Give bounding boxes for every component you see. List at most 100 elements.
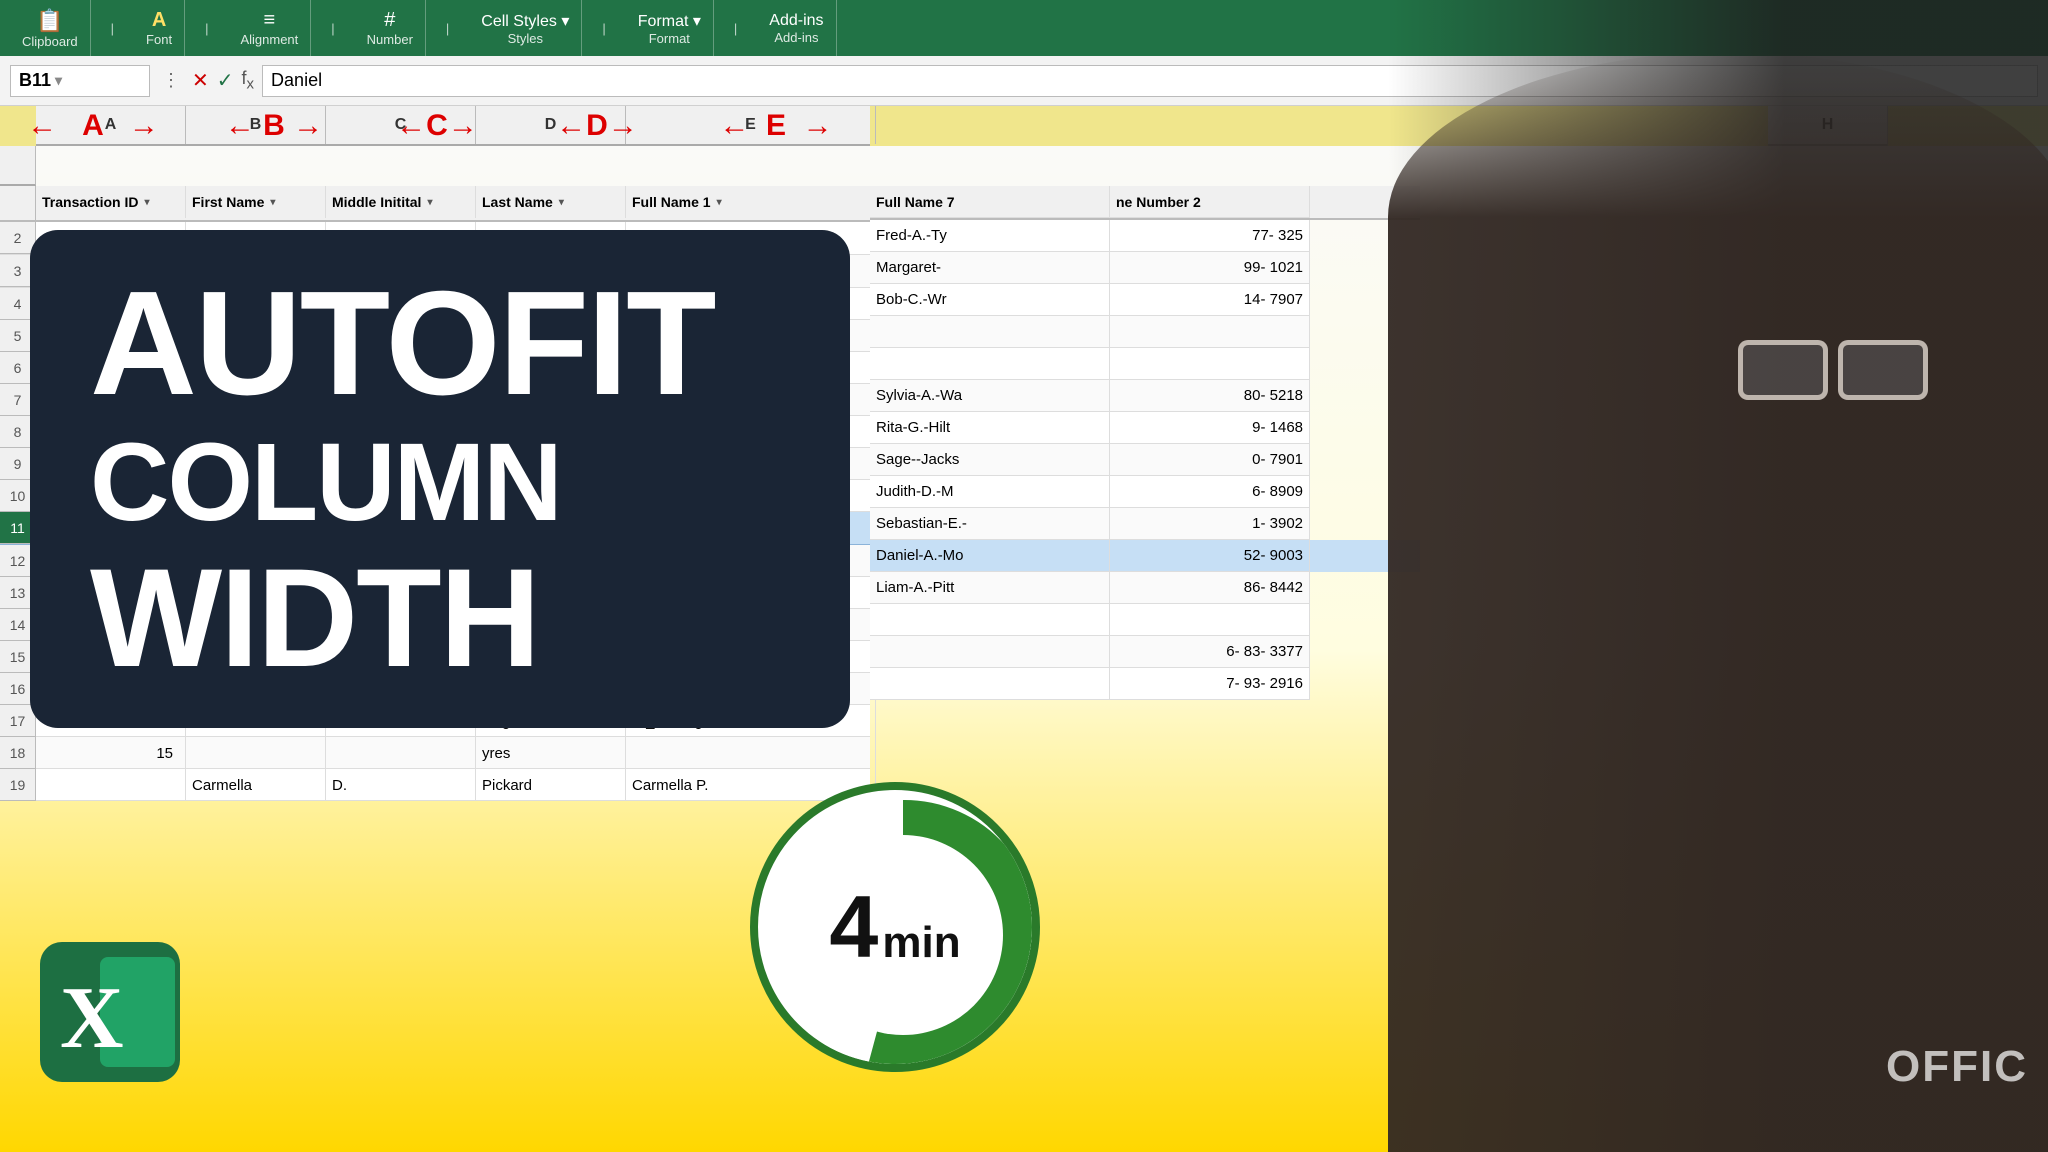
right-cell-r11c1[interactable]: Sebastian-E.- <box>870 508 1110 540</box>
ribbon-sep4: | <box>446 21 449 36</box>
header-dropdown-C[interactable]: ▾ <box>427 197 432 208</box>
right-cell-r4c1[interactable]: Bob-C.-Wr <box>870 284 1110 316</box>
header-transaction-id[interactable]: Transaction ID ▾ <box>36 186 186 218</box>
right-table-row: Judith-D.-M6- 8909 <box>870 476 1420 508</box>
right-cell-r5c1[interactable] <box>870 316 1110 348</box>
right-cell-r10c2[interactable]: 6- 8909 <box>1110 476 1310 508</box>
ribbon-clipboard-label: Clipboard <box>22 34 78 49</box>
cell-reference-box[interactable]: B11 ▾ <box>10 65 150 97</box>
cell-ref-dropdown[interactable]: ▾ <box>55 72 62 89</box>
cell-A18[interactable]: 15 <box>36 737 186 769</box>
right-table-row: 7- 93- 2916 <box>870 668 1420 700</box>
ribbon-sep5: | <box>602 21 605 36</box>
excel-logo-svg: X <box>30 932 190 1092</box>
cell-D18[interactable]: yres <box>476 737 626 769</box>
column-letters-row: A B C D E <box>36 106 870 146</box>
col-letter-B[interactable]: B <box>186 106 326 144</box>
right-cell-r14c2[interactable] <box>1110 604 1310 636</box>
brand-text: OFFIC <box>1886 1042 2028 1092</box>
right-table-row: Bob-C.-Wr14- 7907 <box>870 284 1420 316</box>
header-dropdown-A[interactable]: ▾ <box>144 197 149 208</box>
formula-separator: ⋮ <box>162 70 180 91</box>
cell-C19[interactable]: D. <box>326 769 476 801</box>
cell-reference-value: B11 <box>19 70 51 91</box>
header-dropdown-D[interactable]: ▾ <box>559 197 564 208</box>
ribbon-alignment[interactable]: ≡ Alignment <box>228 0 311 56</box>
confirm-icon[interactable]: ✓ <box>217 68 234 93</box>
right-table-row: Sylvia-A.-Wa80- 5218 <box>870 380 1420 412</box>
col-letter-E[interactable]: E <box>626 106 876 144</box>
right-cell-r9c1[interactable]: Sage--Jacks <box>870 444 1110 476</box>
cell-B18[interactable] <box>186 737 326 769</box>
row-num-17: 17 <box>0 705 36 737</box>
right-cell-r16c2[interactable]: 7- 93- 2916 <box>1110 668 1310 700</box>
right-cell-r10c1[interactable]: Judith-D.-M <box>870 476 1110 508</box>
timer-display: 4 min <box>829 883 960 971</box>
header-first-name-text: First Name <box>192 194 264 210</box>
corner-cell <box>0 146 36 186</box>
ribbon-sep3: | <box>331 21 334 36</box>
right-cell-r8c2[interactable]: 9- 1468 <box>1110 412 1310 444</box>
right-cell-r9c2[interactable]: 0- 7901 <box>1110 444 1310 476</box>
cell-E18[interactable] <box>626 737 876 769</box>
header-middle-initial-text: Middle Initital <box>332 194 421 210</box>
header-middle-initial[interactable]: Middle Initital ▾ <box>326 186 476 218</box>
right-cell-r8c1[interactable]: Rita-G.-Hilt <box>870 412 1110 444</box>
ribbon-format[interactable]: Format ▾ Format <box>626 0 714 56</box>
row-num-18: 18 <box>0 737 36 769</box>
right-cell-r11c2[interactable]: 1- 3902 <box>1110 508 1310 540</box>
right-table-row <box>870 348 1420 380</box>
ribbon-font-label: Font <box>146 32 172 47</box>
ribbon-sep2: | <box>205 21 208 36</box>
right-cell-r3c1[interactable]: Margaret- <box>870 252 1110 284</box>
ribbon-styles[interactable]: Cell Styles ▾ Styles <box>469 0 582 56</box>
header-dropdown-E[interactable]: ▾ <box>717 197 722 208</box>
col-letter-D[interactable]: D <box>476 106 626 144</box>
right-cell-r12c1[interactable]: Daniel-A.-Mo <box>870 540 1110 572</box>
right-cell-r3c2[interactable]: 99- 1021 <box>1110 252 1310 284</box>
cell-D19[interactable]: Pickard <box>476 769 626 801</box>
col-letter-C[interactable]: C <box>326 106 476 144</box>
right-cell-r15c2[interactable]: 6- 83- 3377 <box>1110 636 1310 668</box>
right-cell-r13c2[interactable]: 86- 8442 <box>1110 572 1310 604</box>
right-cell-r6c1[interactable] <box>870 348 1110 380</box>
header-full-name[interactable]: Full Name 1 ▾ <box>626 186 876 218</box>
cell-C18[interactable] <box>326 737 476 769</box>
right-cell-r7c2[interactable]: 80- 5218 <box>1110 380 1310 412</box>
right-cell-r15c1[interactable] <box>870 636 1110 668</box>
timer-number: 4 <box>829 883 878 971</box>
table-row: 19CarmellaD.PickardCarmella P. <box>0 769 870 801</box>
person-area: OFFIC <box>1388 0 2048 1152</box>
glasses-right <box>1838 340 1928 400</box>
right-cell-r7c1[interactable]: Sylvia-A.-Wa <box>870 380 1110 412</box>
right-header-fullname7[interactable]: Full Name 7 <box>870 186 1110 218</box>
right-cell-r2c1[interactable]: Fred-A.-Ty <box>870 220 1110 252</box>
ribbon-alignment-label: Alignment <box>240 32 298 47</box>
col-letter-A[interactable]: A <box>36 106 186 144</box>
table-row: 1815 yres <box>0 737 870 769</box>
header-first-name[interactable]: First Name ▾ <box>186 186 326 218</box>
right-cell-r4c2[interactable]: 14- 7907 <box>1110 284 1310 316</box>
right-cell-r2c2[interactable]: 77- 325 <box>1110 220 1310 252</box>
row-num-header <box>0 186 36 220</box>
ribbon-font[interactable]: A Font <box>134 0 185 56</box>
header-last-name[interactable]: Last Name ▾ <box>476 186 626 218</box>
right-cell-r16c1[interactable] <box>870 668 1110 700</box>
fx-icon[interactable]: fx <box>242 68 255 93</box>
right-header-number2[interactable]: ne Number 2 <box>1110 186 1310 218</box>
header-dropdown-B[interactable]: ▾ <box>270 197 275 208</box>
right-cell-r6c2[interactable] <box>1110 348 1310 380</box>
header-last-name-text: Last Name <box>482 194 553 210</box>
right-cell-r5c2[interactable] <box>1110 316 1310 348</box>
cancel-icon[interactable]: ✕ <box>192 68 209 93</box>
ribbon-clipboard[interactable]: 📋 Clipboard <box>10 0 91 56</box>
right-cell-r13c1[interactable]: Liam-A.-Pitt <box>870 572 1110 604</box>
cell-A19[interactable] <box>36 769 186 801</box>
ribbon-number[interactable]: # Number <box>355 0 426 56</box>
ribbon-addins[interactable]: Add-ins Add-ins <box>757 0 836 56</box>
right-cell-r12c2[interactable]: 52- 9003 <box>1110 540 1310 572</box>
right-table-row: Rita-G.-Hilt9- 1468 <box>870 412 1420 444</box>
cell-B19[interactable]: Carmella <box>186 769 326 801</box>
right-cell-r14c1[interactable] <box>870 604 1110 636</box>
right-table-row: Fred-A.-Ty77- 325 <box>870 220 1420 252</box>
